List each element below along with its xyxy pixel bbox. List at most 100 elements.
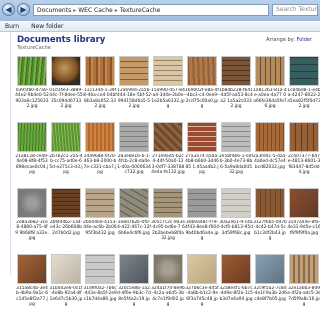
- breadcrumb-separator-icon: ▸: [114, 6, 118, 14]
- file-name: 32c9f5a2-7c8d-4e1f-9a3b-2d6c4e8f7b05.jpg: [253, 286, 287, 302]
- file-thumbnail: [289, 188, 319, 218]
- forward-button[interactable]: ▶: [17, 3, 30, 16]
- file-grid: 0395f80-d7a0-44e2-9b4e0-52903a6c1256332.…: [15, 54, 320, 318]
- file-item[interactable]: 30b9a48c-f79-4f43-8ee8-f0049b40bd6a4e.jp…: [185, 186, 219, 252]
- file-item[interactable]: 31d9f0a2-7b6c-4d3e-8a5f-2e9c1b7d4a86.jpg: [83, 252, 117, 318]
- file-item[interactable]: 12a699d-2a5b-444-18e-5bf-52994158d6a5-52…: [117, 54, 151, 120]
- file-name: 1a81263-81a-4e-a0ea-4a77 0a66fe36da5fe76…: [253, 88, 287, 110]
- file-item[interactable]: 315a8c4b-3e4b-4b9a-9a1c-6c1d5e8f2a77.jpg: [15, 252, 49, 318]
- file-name: 30a2e61-9-c4a-4cf0-b813-95d3d59f68c.jpg: [219, 220, 253, 236]
- navigation-pane[interactable]: [0, 32, 11, 275]
- arrange-by-value[interactable]: Folder: [297, 37, 312, 43]
- file-name: 283e8e16-b-1-4fcb-2c8-da0e1-d0a-0000634c…: [117, 154, 151, 176]
- file-item[interactable]: 327b6c3e-4d5f-4a8b-b1c2-9e6f3a7d5c48.jpg: [185, 252, 219, 318]
- file-item[interactable]: 324a1f7d-8e9b-4c2a-a6d5-3b4c7e1f9d02.jpg: [151, 252, 185, 318]
- file-item[interactable]: 1b8db228-f641-4d5f-ad53-8c4a2 1a5a2c0332…: [219, 54, 253, 120]
- file-thumbnail: [187, 56, 217, 86]
- file-item[interactable]: 2b7b2c1-2a5-4b-cc75-ad0e-65d-e275c3-d3.j…: [49, 120, 83, 186]
- file-name: 324a1f7d-8e9b-4c2a-a6d5-3b4c7e1f9d02.jpg: [151, 286, 185, 308]
- file-name: 271e9ad5-b2c4-44f-50a0-12 3-0df7-3387884…: [151, 154, 185, 176]
- file-name: 2e8d7b2b-0f0-4-d22-467c-12f6b6e4c6f6.jpg: [117, 220, 151, 236]
- file-item[interactable]: 32a8e4f1-6b7c-4d9e-8f2a-1c5b3d7e6a94.jpg: [219, 252, 253, 318]
- file-item[interactable]: 320c5e8b-1a2d-4f6e-9b3c-7d8e5f4a2c19.jpg: [117, 252, 151, 318]
- back-button[interactable]: ◀: [2, 3, 15, 16]
- file-name: 327b6c3e-4d5f-4a8b-b1c2-9e6f3a7d5c48.jpg: [185, 286, 219, 308]
- file-thumbnail: [51, 254, 81, 284]
- file-item[interactable]: 32e1a6b3-8d9e-4f2a-a4c5-3e7d5f9a8c16.jpg: [287, 252, 320, 318]
- breadcrumb-item[interactable]: Documents: [37, 7, 71, 14]
- file-item[interactable]: 11c1344-1-39f8-46a-ce4-04bf8b3a8a052.332…: [83, 54, 117, 120]
- file-thumbnail: [221, 122, 251, 152]
- file-item[interactable]: 32c9f5a2-7c8d-4e1f-9a3b-2d6c4e8f7b05.jpg: [253, 252, 287, 318]
- burn-button[interactable]: Burn: [5, 23, 19, 30]
- file-item[interactable]: 283e8e16-b-1-4fcb-2c8-da0e1-d0a-0000634c…: [117, 120, 151, 186]
- file-name: 315a8c4b-3e4b-4b9a-9a1c-6c1d5e8f2a77.jpg: [15, 286, 49, 308]
- file-item[interactable]: 2a3fd41-5-da5-4a0ed-dc57e4bcd82032.jpg: [253, 120, 287, 186]
- file-item[interactable]: 169002f-e8a-4f-4bc3-c4-0ee9-2cd75c00a0.j…: [185, 54, 219, 120]
- file-thumbnail: [187, 122, 217, 152]
- file-item[interactable]: 2e8d7b2b-0f0-4-d22-467c-12f6b6e4c6f6.jpg: [117, 186, 151, 252]
- file-item[interactable]: 27a3a74-a5da-4b8-b6b0-3d4685 1.d5aa4b2.j…: [185, 120, 219, 186]
- file-item[interactable]: 2c4d7377-b47e-4813-8601-3f83447-8d5dd4.j…: [287, 120, 320, 186]
- file-item[interactable]: 21a8128-ce49-4e08-8f8-4f53898ecae0c04.jp…: [15, 120, 49, 186]
- new-folder-button[interactable]: New folder: [31, 23, 63, 30]
- file-name: 2c4d7377-b47e-4813-8601-3f83447-8d5dd4.j…: [287, 154, 320, 176]
- file-item[interactable]: 2e58f4b6-1-e4fb-3b0-4e73-8b6-5a9a8da0d53…: [219, 120, 253, 186]
- file-thumbnail: [221, 254, 251, 284]
- file-item[interactable]: 01c04e3-3889-44c-7f-8dee-5535c094d67332.…: [49, 54, 83, 120]
- file-item[interactable]: 2b04460-4153-44e-ac6b-2b0695f3b432.jpg: [83, 186, 117, 252]
- file-item[interactable]: 305c7c2c-9d3e-4c95-bd6e-7 62b2bebeb8f4a3…: [151, 186, 185, 252]
- file-name: 320c5e8b-1a2d-4f6e-9b3c-7d8e5f4a2c19.jpg: [117, 286, 151, 308]
- file-name: 01c04e3-3889-44c-7f-8dee-5535c094d67332.…: [49, 88, 83, 110]
- file-name: 32a8e4f1-6b7c-4d9e-8f2a-1c5b3d7e6a94.jpg: [219, 286, 253, 302]
- file-name: 2d49688-0f20-463-b8-2000-b7e-c331-cba7.j…: [83, 154, 117, 176]
- file-item[interactable]: 271e9ad5-b2c4-44f-50a0-12 3-0df7-3387884…: [151, 120, 185, 186]
- file-thumbnail: [17, 56, 47, 86]
- file-name: 169002f-e8a-4f-4bc3-c4-0ee9-2cd75c00a0.j…: [185, 88, 219, 110]
- file-thumbnail: [153, 188, 183, 218]
- file-item[interactable]: 1c04bd8-1-e4ba-4247-8022-2a5ea82f5f0d732…: [287, 54, 320, 120]
- file-item[interactable]: 15a990-d57-84-a4-3d4e-2b0e-1e2b5a6332.jp…: [151, 54, 185, 120]
- file-item[interactable]: 1a81263-81a-4e-a0ea-4a77 0a66fe36da5fe76…: [253, 54, 287, 120]
- file-name: 2b7b2c1-2a5-4b-cc75-ad0e-65d-e275c3-d3.j…: [49, 154, 83, 176]
- file-thumbnail: [51, 56, 81, 86]
- file-name: 2e58f4b6-1-e4fb-3b0-4e73-8b6-5a9a8da0d53…: [219, 154, 253, 176]
- file-item[interactable]: 3147a44e-8fa-4e31-9d5e-c16f6f9f9f0a.jpg: [287, 186, 320, 252]
- file-name: 21a8128-ce49-4e08-8f8-4f53898ecae0c04.jp…: [15, 154, 49, 176]
- file-item[interactable]: 2d49688-0f20-463-b8-2000-b7e-c331-cba7.j…: [83, 120, 117, 186]
- library-subtitle: TextureCache: [17, 45, 51, 51]
- file-item[interactable]: 3127f6b5-0d7b-4c42-b47d-5cb1c3df2b43.jpg: [253, 186, 287, 252]
- file-thumbnail: [255, 254, 285, 284]
- breadcrumb-item[interactable]: TextureCache: [120, 7, 161, 14]
- file-item[interactable]: 31b4d2e6-0c1f-4e8b-92a4-8f1e6d7c5b30.jpg: [49, 252, 83, 318]
- file-thumbnail: [153, 254, 183, 284]
- file-item[interactable]: 0395f80-d7a0-44e2-9b4e0-52903a6c1256332.…: [15, 54, 49, 120]
- file-name: 31d9f0a2-7b6c-4d3e-8a5f-2e9c1b7d4a86.jpg: [83, 286, 117, 302]
- file-thumbnail: [17, 188, 47, 218]
- file-name: 2a3fd41-5-da5-4a0ed-dc57e4bcd82032.jpg: [253, 154, 287, 170]
- file-thumbnail: [187, 188, 217, 218]
- file-name: 2b04460-4153-44e-ac6b-2b0695f3b432.jpg: [83, 220, 117, 236]
- file-name: 32e1a6b3-8d9e-4f2a-a4c5-3e7d5f9a8c16.jpg: [287, 286, 320, 308]
- file-name: 12a699d-2a5b-444-18e-5bf-52994158d6a5-52…: [117, 88, 151, 110]
- file-item[interactable]: 2b6fd4b2-1a4-e43c-26b608b2d7b0d2.jpg: [49, 186, 83, 252]
- arrange-by[interactable]: Arrange by: Folder: [266, 37, 312, 43]
- file-thumbnail: [51, 122, 81, 152]
- file-thumbnail: [187, 254, 217, 284]
- address-bar[interactable]: Documents ▸ WEC Cache ▸ TextureCache: [33, 4, 269, 16]
- file-thumbnail: [119, 56, 149, 86]
- file-thumbnail: [85, 122, 115, 152]
- search-input[interactable]: Search TextureCache: [272, 4, 318, 16]
- file-name: 2e8a3b82-3ce8-4880-a75-4f9 9b68f8 a32e.j…: [15, 220, 49, 242]
- file-item[interactable]: 2e8a3b82-3ce8-4880-a75-4f9 9b68f8 a32e.j…: [15, 186, 49, 252]
- file-name: 1b8db228-f641-4d5f-ad53-8c4a2 1a5a2c0332…: [219, 88, 253, 110]
- file-thumbnail: [289, 122, 319, 152]
- file-name: 305c7c2c-9d3e-4c95-bd6e-7 62b2bebeb8f4a3…: [151, 220, 185, 242]
- file-thumbnail: [119, 188, 149, 218]
- file-thumbnail: [51, 188, 81, 218]
- breadcrumb-item[interactable]: WEC Cache: [78, 7, 112, 14]
- file-thumbnail: [255, 122, 285, 152]
- file-item[interactable]: 30a2e61-9-c4a-4cf0-b813-95d3d59f68c.jpg: [219, 186, 253, 252]
- file-name: 0395f80-d7a0-44e2-9b4e0-52903a6c1256332.…: [15, 88, 49, 110]
- breadcrumb-separator-icon: ▸: [73, 6, 77, 14]
